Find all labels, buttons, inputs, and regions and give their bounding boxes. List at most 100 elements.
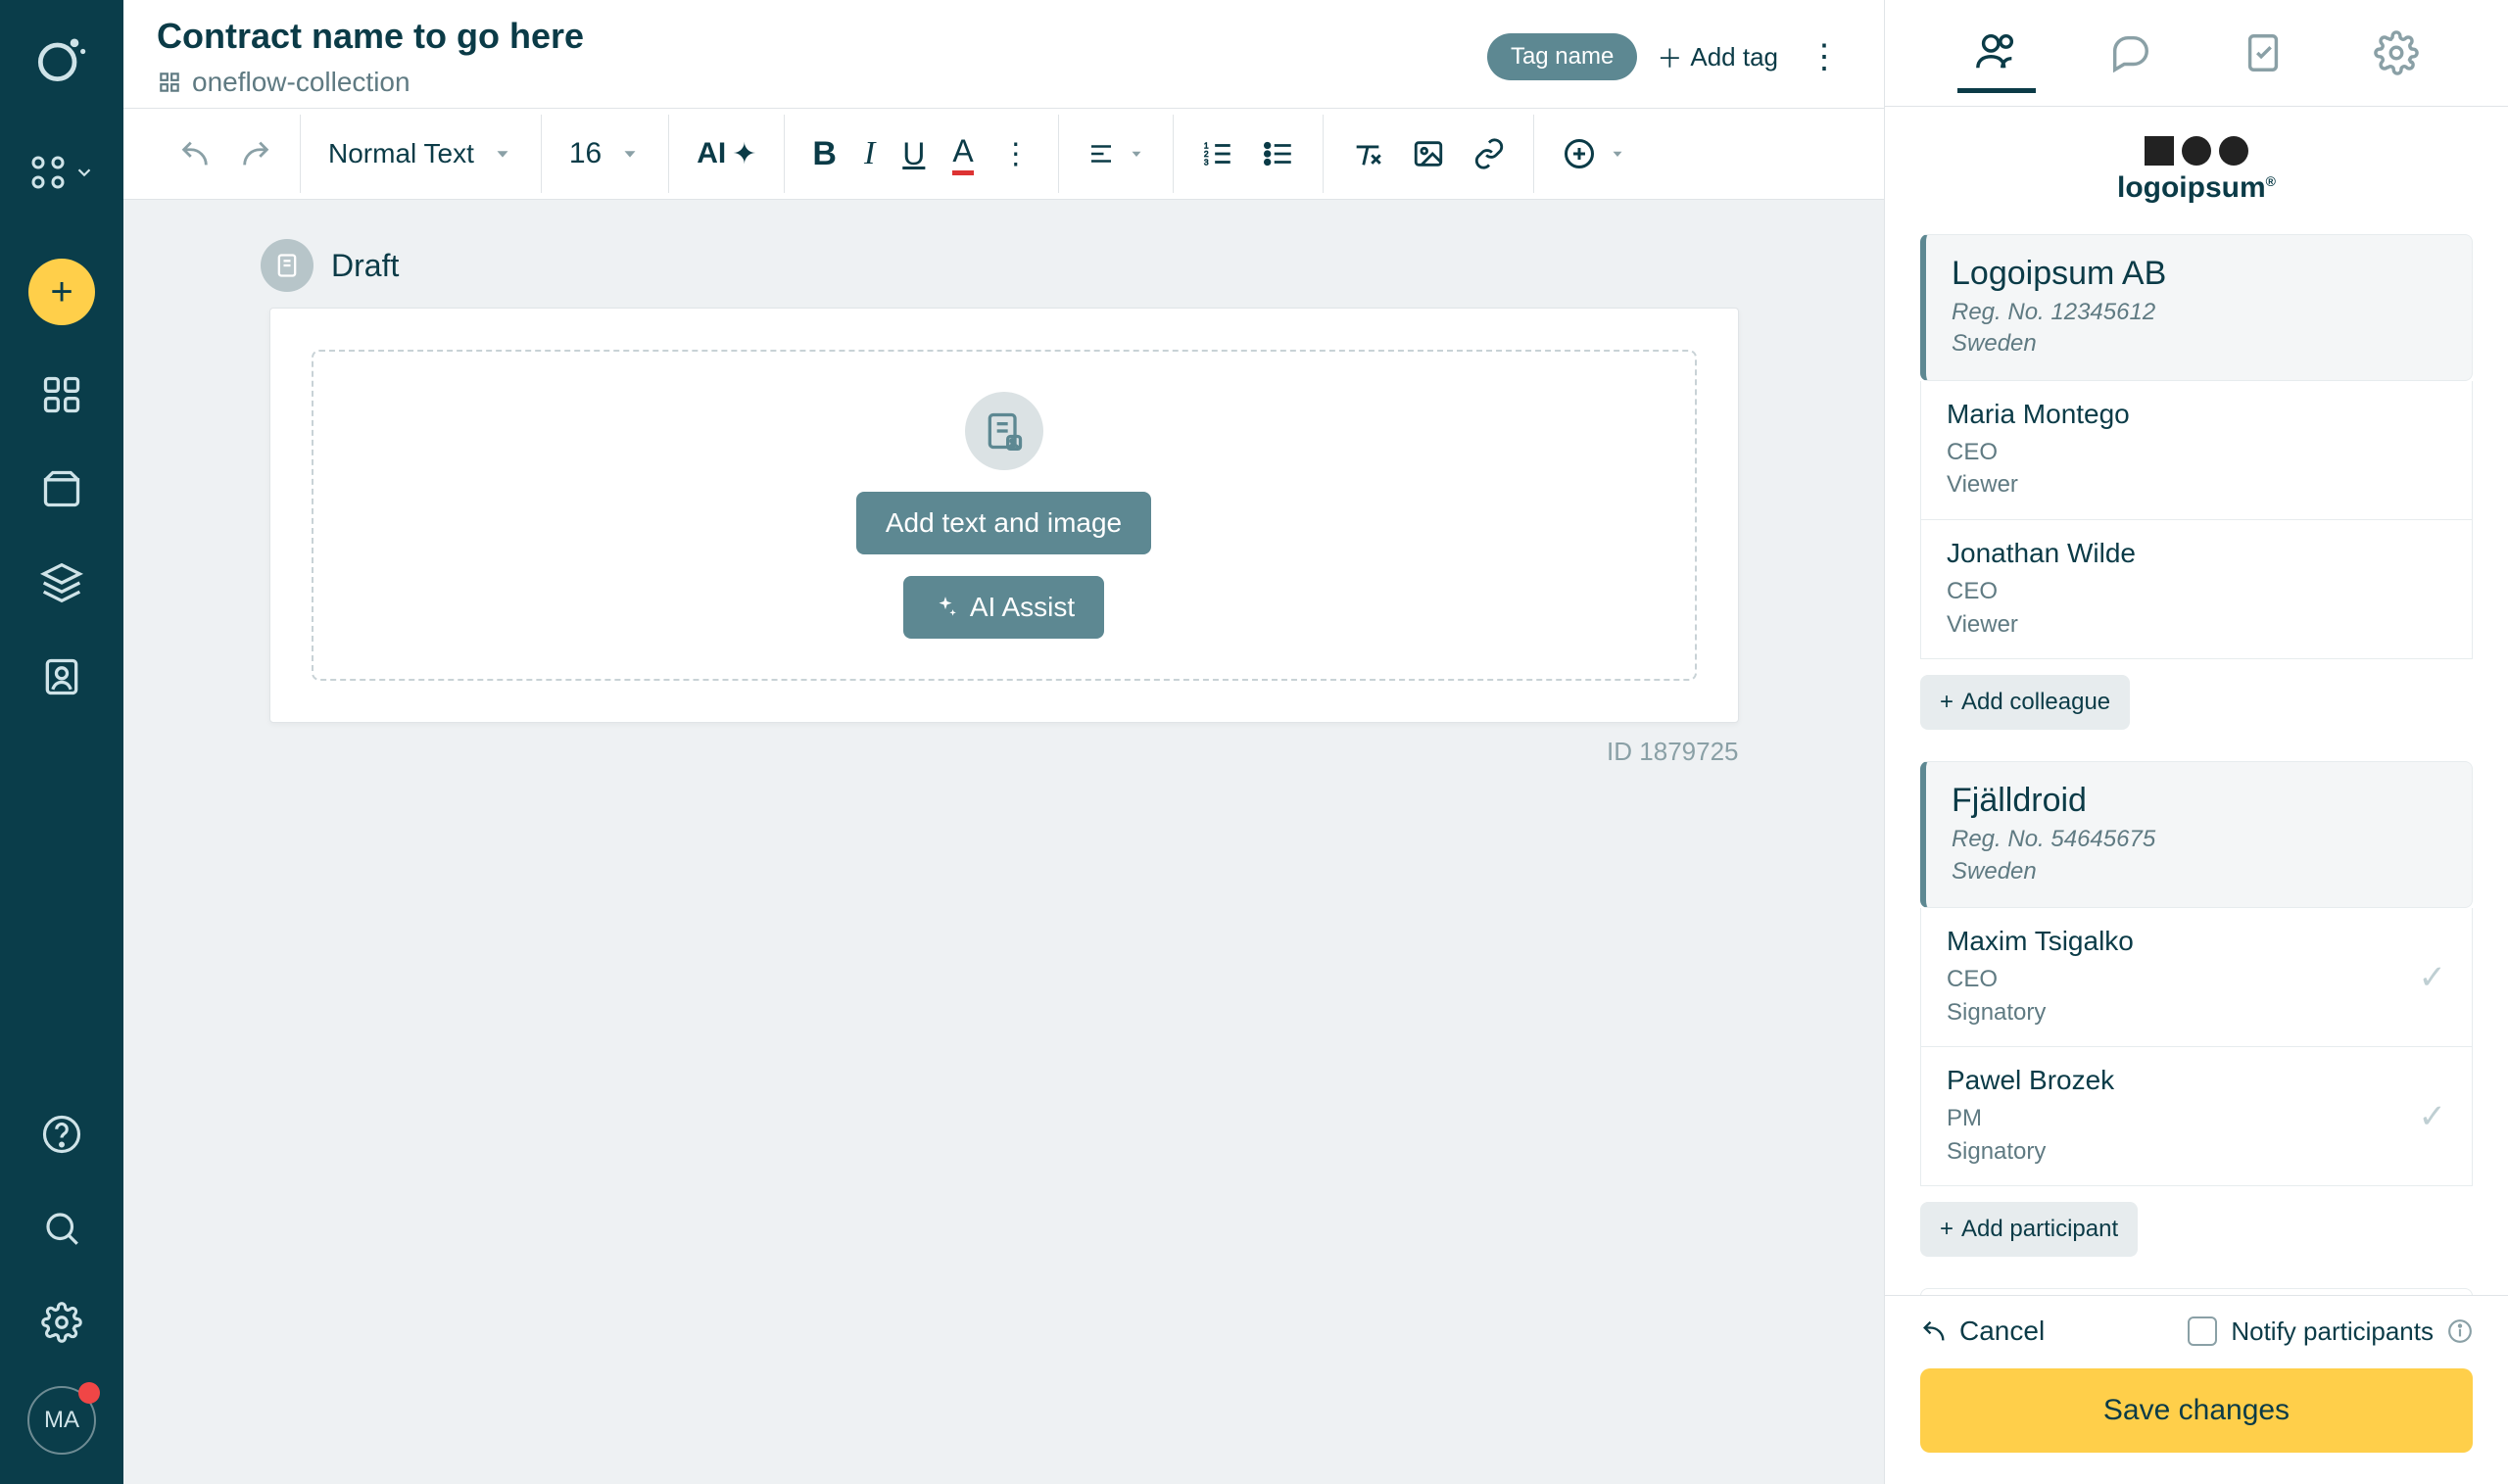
clear-format-button[interactable] (1351, 137, 1384, 170)
participant-name: Pawel Brozek (1947, 1065, 2114, 1096)
notify-participants-checkbox[interactable]: Notify participants (2188, 1316, 2473, 1347)
chevron-down-icon (492, 143, 513, 165)
cancel-label: Cancel (1959, 1316, 2045, 1347)
company-country: Sweden (1952, 330, 2037, 357)
align-button[interactable] (1086, 139, 1145, 168)
brand-logo: logoipsum® (1920, 136, 2473, 205)
save-changes-button[interactable]: Save changes (1920, 1368, 2473, 1453)
insert-link-button[interactable] (1472, 137, 1506, 170)
company-country: Sweden (1952, 858, 2037, 885)
text-image-icon (965, 392, 1043, 470)
signed-check-icon: ✓ (2419, 1097, 2447, 1136)
add-tag-button[interactable]: ＋ Add tag (1657, 39, 1778, 75)
logo-icon[interactable] (31, 27, 92, 88)
search-icon[interactable] (31, 1198, 92, 1259)
editor-toolbar: Normal Text 16 AI ✦ B I U A ⋮ (123, 108, 1884, 200)
workspace-switcher[interactable] (28, 153, 95, 192)
nav-dashboard-icon[interactable] (31, 364, 92, 425)
tab-comments[interactable] (2091, 16, 2169, 90)
canvas-area: Draft Add text and image AI Assist ID 18… (123, 200, 1884, 1484)
add-participant-label: Add participant (1961, 1216, 2118, 1243)
svg-text:3: 3 (1204, 157, 1209, 167)
insert-image-button[interactable] (1412, 137, 1445, 170)
ordered-list-button[interactable]: 123 (1201, 137, 1234, 170)
undo-icon (1920, 1317, 1948, 1345)
contract-title[interactable]: Contract name to go here (157, 16, 584, 57)
participant-title: PM (1947, 1105, 1982, 1131)
info-icon[interactable] (2447, 1318, 2473, 1344)
participant-row[interactable]: Courtney Henry PO ✓ (1920, 1288, 2473, 1295)
help-icon[interactable] (31, 1104, 92, 1165)
company-name: Fjälldroid (1952, 782, 2446, 820)
company-card[interactable]: Logoipsum AB Reg. No. 12345612 Sweden (1920, 234, 2473, 381)
right-panel-footer: Cancel Notify participants Save changes (1885, 1295, 2508, 1484)
cancel-button[interactable]: Cancel (1920, 1316, 2045, 1347)
participant-role: Signatory (1947, 999, 2046, 1026)
company-reg: Reg. No. 12345612 (1952, 299, 2155, 325)
nav-layers-icon[interactable] (31, 552, 92, 613)
add-block-button[interactable] (1562, 136, 1626, 171)
create-button[interactable]: + (28, 259, 95, 325)
font-size-select[interactable]: 16 (569, 137, 641, 170)
redo-button[interactable] (239, 137, 272, 170)
bullet-list-button[interactable] (1262, 137, 1295, 170)
add-colleague-button[interactable]: + Add colleague (1920, 675, 2130, 730)
add-colleague-label: Add colleague (1961, 689, 2110, 716)
notify-label: Notify participants (2231, 1316, 2434, 1347)
nav-inbox-icon[interactable] (31, 458, 92, 519)
text-style-label: Normal Text (328, 138, 474, 169)
more-menu-icon[interactable]: ⋮ (1798, 37, 1851, 76)
avatar-initials: MA (44, 1407, 79, 1434)
bold-button[interactable]: B (812, 135, 837, 173)
document-paper: Add text and image AI Assist (269, 308, 1739, 723)
participant-row[interactable]: Maria Montego CEO Viewer (1920, 381, 2473, 520)
participant-row[interactable]: Maxim Tsigalko CEO Signatory ✓ (1920, 908, 2473, 1047)
tag-chip[interactable]: Tag name (1487, 33, 1637, 80)
text-color-button[interactable]: A (952, 133, 973, 175)
profile-avatar[interactable]: MA (27, 1386, 96, 1455)
participant-name: Maria Montego (1947, 399, 2130, 430)
add-participant-button[interactable]: + Add participant (1920, 1202, 2138, 1257)
font-size-value: 16 (569, 137, 602, 170)
company-reg: Reg. No. 54645675 (1952, 826, 2155, 852)
nav-contacts-icon[interactable] (31, 646, 92, 707)
text-style-select[interactable]: Normal Text (328, 138, 513, 169)
add-text-image-button[interactable]: Add text and image (856, 492, 1151, 554)
left-sidebar: + MA (0, 0, 123, 1484)
participant-role: Viewer (1947, 471, 2018, 498)
company-card[interactable]: Fjälldroid Reg. No. 54645675 Sweden (1920, 761, 2473, 908)
participants-scroll[interactable]: logoipsum® Logoipsum AB Reg. No. 1234561… (1885, 107, 2508, 1295)
tab-audit[interactable] (2224, 16, 2302, 90)
status-icon (261, 239, 314, 292)
participant-row[interactable]: Pawel Brozek PM Signatory ✓ (1920, 1047, 2473, 1186)
notification-badge (78, 1382, 100, 1404)
participant-title: CEO (1947, 966, 1998, 992)
company-name: Logoipsum AB (1952, 255, 2446, 293)
participant-role: Viewer (1947, 611, 2018, 638)
participant-role: Signatory (1947, 1138, 2046, 1165)
main-area: Contract name to go here oneflow-collect… (123, 0, 1884, 1484)
undo-button[interactable] (178, 137, 212, 170)
more-format-icon[interactable]: ⋮ (1001, 137, 1031, 171)
tab-participants[interactable] (1957, 14, 2036, 93)
ai-toolbar-button[interactable]: AI ✦ (697, 137, 756, 171)
add-tag-label: Add tag (1690, 42, 1778, 72)
settings-icon[interactable] (31, 1292, 92, 1353)
brand-text: logoipsum (2117, 171, 2266, 204)
tab-settings[interactable] (2357, 16, 2436, 90)
collection-name[interactable]: oneflow-collection (192, 67, 410, 98)
chevron-down-icon (619, 143, 641, 165)
document-id: ID 1879725 (269, 737, 1739, 767)
content-dropzone[interactable]: Add text and image AI Assist (312, 350, 1697, 681)
status-label: Draft (331, 248, 399, 284)
collection-icon (157, 70, 182, 95)
italic-button[interactable]: I (864, 135, 875, 172)
ai-assist-label: AI Assist (970, 592, 1075, 623)
participant-row[interactable]: Jonathan Wilde CEO Viewer (1920, 520, 2473, 659)
right-panel: logoipsum® Logoipsum AB Reg. No. 1234561… (1884, 0, 2508, 1484)
plus-icon: ＋ (1657, 39, 1682, 75)
underline-button[interactable]: U (902, 136, 925, 172)
sparkle-icon (933, 595, 958, 620)
right-panel-tabs (1885, 0, 2508, 107)
ai-assist-button[interactable]: AI Assist (903, 576, 1104, 639)
